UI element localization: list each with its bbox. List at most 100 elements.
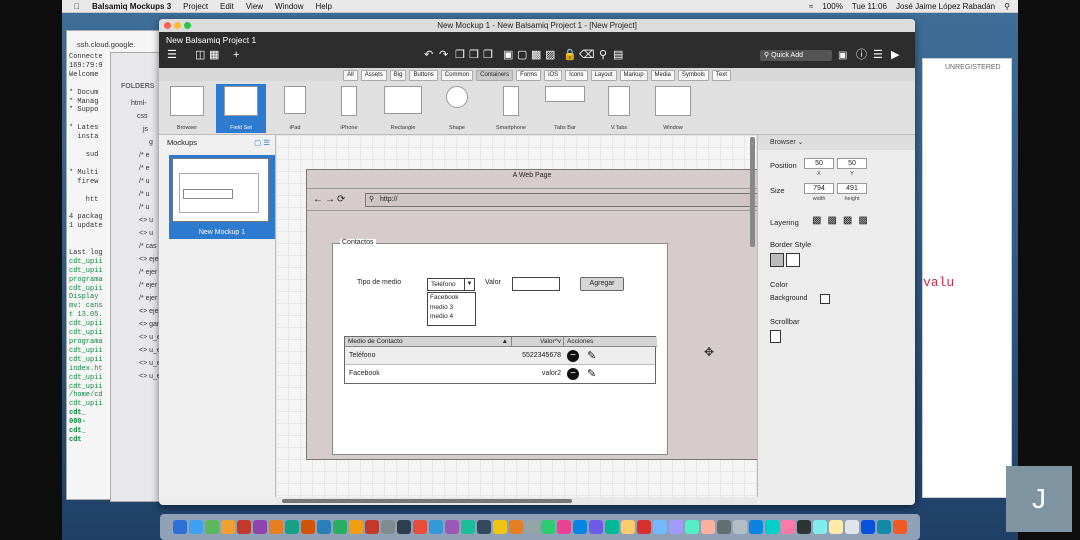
filter-tab-big[interactable]: Big (389, 70, 407, 81)
tree-item[interactable]: g (117, 136, 161, 149)
filter-tab-common[interactable]: Common (440, 70, 474, 81)
dock-app-icon[interactable] (205, 520, 219, 534)
redo-icon[interactable]: ↷ (439, 50, 448, 61)
control-smartphone[interactable]: Smartphone (486, 84, 536, 133)
menu-help[interactable]: Help (316, 2, 332, 11)
delete-icon[interactable]: − (567, 368, 579, 380)
undo-icon[interactable]: ↶ (424, 50, 433, 61)
dock-app-icon[interactable] (285, 520, 299, 534)
add-mockup-icon[interactable]: + (233, 50, 239, 61)
panel-toggle-icon[interactable]: ◫ (195, 50, 205, 61)
dock-app-icon[interactable] (429, 520, 443, 534)
dock-app-icon[interactable] (621, 520, 635, 534)
filter-tab-forms[interactable]: Forms (516, 70, 542, 81)
info-icon[interactable]: ⓘ (856, 50, 867, 61)
filter-tab-media[interactable]: Media (650, 70, 675, 81)
dock-app-icon[interactable] (445, 520, 459, 534)
maximize-icon[interactable] (184, 22, 191, 29)
quick-add-input[interactable]: ⚲ Quick Add (760, 50, 832, 61)
tree-item[interactable]: /* u (117, 188, 161, 201)
presentation-icon[interactable]: ▶ (891, 50, 899, 61)
minimize-icon[interactable] (174, 22, 181, 29)
dock-app-icon[interactable] (701, 520, 715, 534)
dock-app-icon[interactable] (893, 520, 907, 534)
dock-app-icon[interactable] (861, 520, 875, 534)
control-field-set[interactable]: Field Set (216, 84, 266, 133)
dock-app-icon[interactable] (573, 520, 587, 534)
folder-tree[interactable]: html-css js g/* e/* e/* u/* u/* u <> u <> u /… (117, 97, 161, 383)
dock-app-icon[interactable] (525, 520, 539, 534)
tree-item[interactable]: <> ejer (117, 253, 161, 266)
size-height-input[interactable]: 491 (837, 183, 867, 194)
tree-item[interactable]: <> u (117, 214, 161, 227)
menu-app-name[interactable]: Balsamiq Mockups 3 (92, 2, 171, 11)
search-icon[interactable]: ⚲ (599, 50, 607, 61)
control-iphone[interactable]: iPhone (324, 84, 374, 133)
control-ipad[interactable]: iPad (270, 84, 320, 133)
filter-tab-text[interactable]: Text (711, 70, 731, 81)
dock-app-icon[interactable] (317, 520, 331, 534)
ssh-url[interactable]: ssh.cloud.google. (77, 40, 135, 49)
user-name[interactable]: José Jaime López Rabadán (896, 2, 995, 11)
dock-app-icon[interactable] (589, 520, 603, 534)
markup-toggle-icon[interactable]: ▣ (838, 50, 847, 61)
tipo-medio-select[interactable]: Teléfono ▼ (427, 278, 475, 291)
background-color-swatch[interactable] (820, 294, 830, 304)
dock-app-icon[interactable] (717, 520, 731, 534)
group-icon[interactable]: ▣ (503, 50, 513, 61)
tree-item[interactable]: js (117, 123, 161, 136)
dock-app-icon[interactable] (493, 520, 507, 534)
filter-tab-assets[interactable]: Assets (360, 70, 387, 81)
delete-icon[interactable]: − (567, 350, 579, 362)
option-item[interactable]: medio 4 (430, 312, 475, 322)
menu-project[interactable]: Project (183, 2, 208, 11)
tree-item[interactable]: <> u (117, 227, 161, 240)
dock-app-icon[interactable] (365, 520, 379, 534)
dock-app-icon[interactable] (461, 520, 475, 534)
image-icon[interactable]: ▤ (613, 50, 623, 61)
border-rough-icon[interactable] (786, 253, 800, 267)
tree-item[interactable]: /* e (117, 149, 161, 162)
canvas-horizontal-scrollbar[interactable] (276, 497, 756, 505)
dock-app-icon[interactable] (797, 520, 811, 534)
control-rectangle[interactable]: Rectangle (378, 84, 428, 133)
tree-item[interactable]: html- (117, 97, 161, 110)
agregar-button[interactable]: Agregar (580, 277, 624, 291)
tree-item[interactable]: <> u_e (117, 357, 161, 370)
valor-input[interactable] (512, 277, 560, 291)
dock-app-icon[interactable] (845, 520, 859, 534)
filter-tab-all[interactable]: All (343, 70, 358, 81)
dock-app-icon[interactable] (173, 520, 187, 534)
props-header[interactable]: Browser ⌄ (758, 135, 915, 150)
clock[interactable]: Tue 11:06 (852, 2, 887, 11)
scroll-thumb[interactable] (282, 499, 572, 503)
dock-app-icon[interactable] (221, 520, 235, 534)
dock-app-icon[interactable] (637, 520, 651, 534)
mockup-thumbnail[interactable]: New Mockup 1 (169, 155, 275, 239)
control-tabs-bar[interactable]: Tabs Bar (540, 84, 590, 133)
filter-tab-ios[interactable]: iOS (544, 70, 563, 81)
grid-view-icon[interactable]: ▦ (209, 50, 219, 61)
dock-app-icon[interactable] (829, 520, 843, 534)
canvas-vertical-scrollbar[interactable] (750, 137, 755, 247)
tipo-medio-options[interactable]: Facebook medio 3 medio 4 (427, 292, 476, 326)
tree-item[interactable]: /* u (117, 175, 161, 188)
col-medio-header[interactable]: Medio de Contacto ▲ (345, 337, 511, 347)
dock-app-icon[interactable] (333, 520, 347, 534)
hamburger-menu-icon[interactable]: ☰ (167, 50, 177, 61)
control-window[interactable]: Window (648, 84, 698, 133)
control-browser[interactable]: Browser (162, 84, 212, 133)
tree-item[interactable]: /* ejer (117, 266, 161, 279)
paste-icon[interactable]: ❐ (469, 50, 479, 61)
dock-app-icon[interactable] (269, 520, 283, 534)
tree-item[interactable]: /* ejer (117, 292, 161, 305)
filter-tab-symbols[interactable]: Symbols (677, 70, 709, 81)
tree-item[interactable]: css (117, 110, 161, 123)
tree-item[interactable]: <> ejer (117, 305, 161, 318)
edit-icon[interactable]: ✎ (587, 367, 596, 380)
col-valor-header[interactable]: Valor^v (511, 337, 563, 347)
duplicate-icon[interactable]: ❐ (483, 50, 493, 61)
filter-tab-buttons[interactable]: Buttons (409, 70, 438, 81)
edit-icon[interactable]: ✎ (587, 349, 596, 362)
option-item[interactable]: Facebook (430, 293, 475, 303)
